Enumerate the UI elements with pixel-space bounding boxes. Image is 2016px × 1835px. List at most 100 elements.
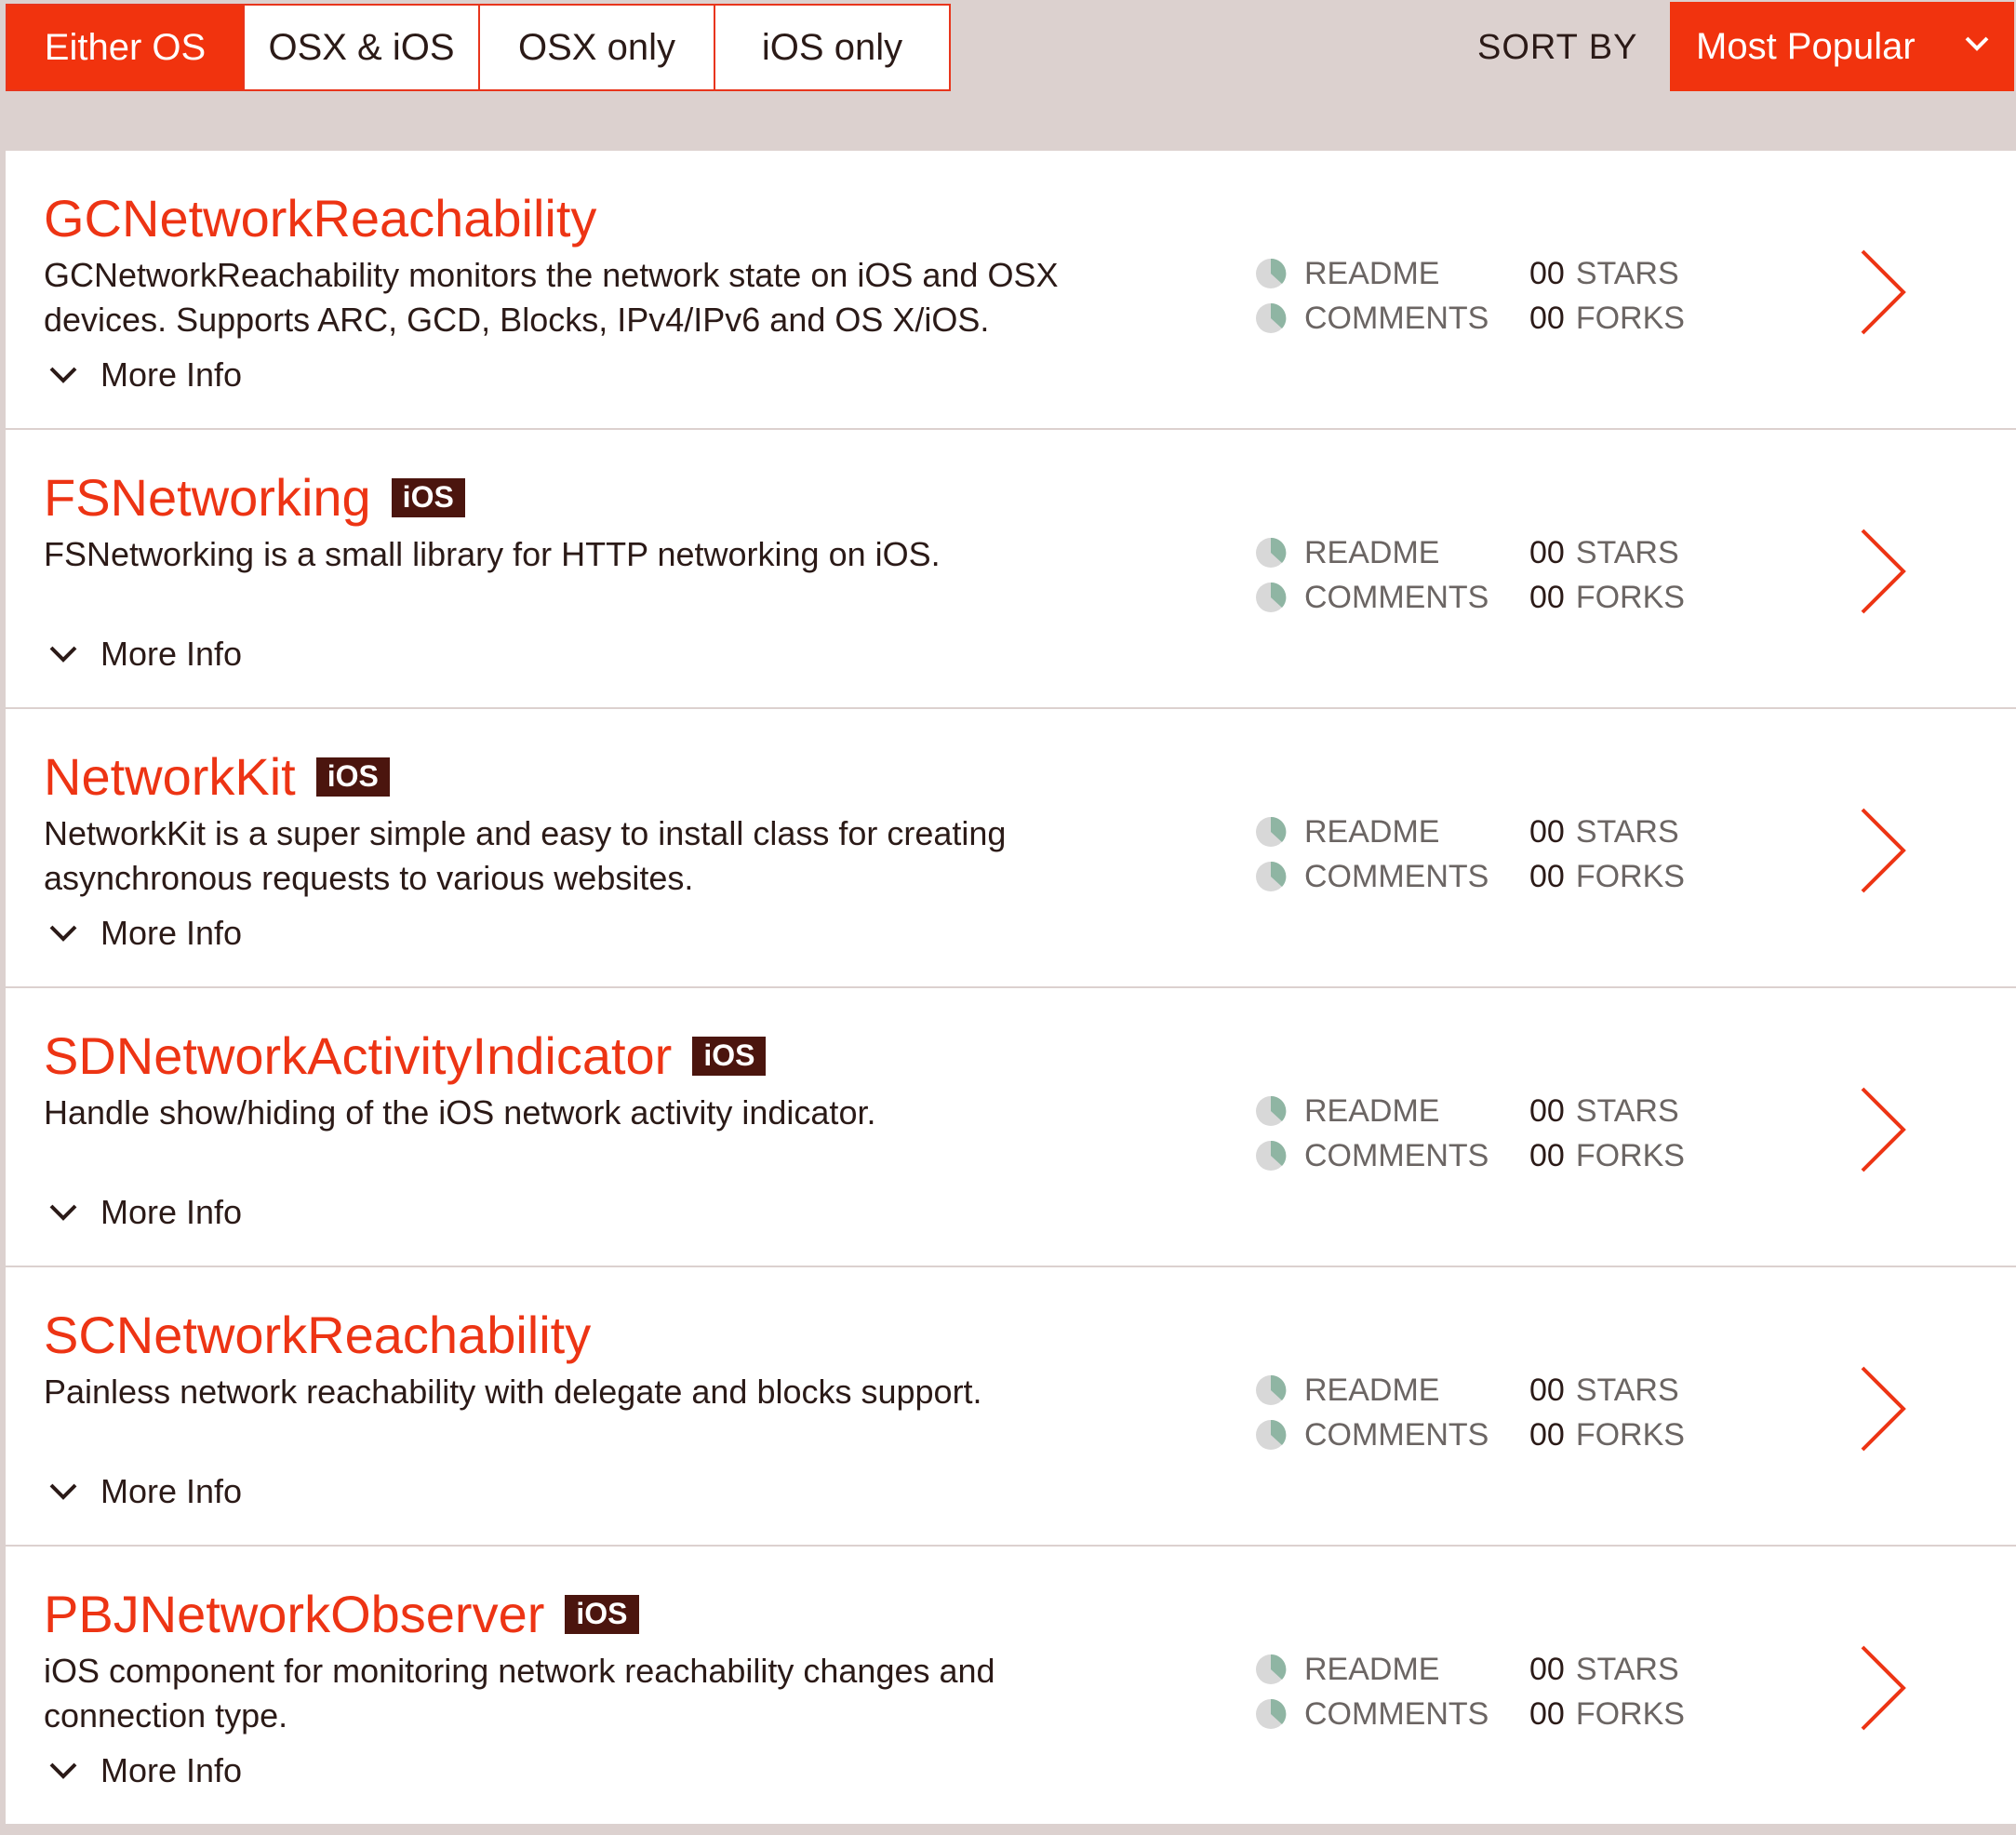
forks-count: 00 <box>1529 580 1565 615</box>
comments-label: COMMENTS <box>1304 859 1489 894</box>
forks-count: 00 <box>1529 1417 1565 1453</box>
stars-label: STARS <box>1575 256 1679 291</box>
library-title-link[interactable]: SCNetworkReachability <box>44 1305 591 1365</box>
forks-count: 00 <box>1529 859 1565 894</box>
forks-label: FORKS <box>1575 301 1685 336</box>
forks-count: 00 <box>1529 1138 1565 1173</box>
library-list-item: SDNetworkActivityIndicator iOS Handle sho… <box>6 988 2016 1267</box>
more-info-toggle[interactable]: More Info <box>48 1751 242 1790</box>
readme-comments-stats: README COMMENTS <box>1254 810 1489 899</box>
library-list-item: NetworkKit iOS NetworkKit is a super simp… <box>6 709 2016 988</box>
chevron-right-icon[interactable] <box>1857 1364 1909 1453</box>
library-description: FSNetworking is a small library for HTTP… <box>44 535 941 573</box>
stars-stat: 00 STARS <box>1529 1647 1685 1692</box>
comments-stat[interactable]: COMMENTS <box>1254 854 1489 899</box>
more-info-label: More Info <box>100 1472 243 1510</box>
readme-stat[interactable]: README <box>1254 1368 1489 1413</box>
library-name: PBJNetworkObserver <box>44 1585 545 1643</box>
library-name: FSNetworking <box>44 468 371 527</box>
stars-forks-stats: 00 STARS 00 FORKS <box>1529 810 1685 899</box>
library-description: GCNetworkReachability monitors the netwo… <box>44 256 1059 339</box>
library-title-link[interactable]: NetworkKit iOS <box>44 746 390 807</box>
library-list-item: FSNetworking iOS FSNetworking is a small … <box>6 430 2016 709</box>
library-name: GCNetworkReachability <box>44 189 597 248</box>
readme-stat[interactable]: README <box>1254 530 1489 575</box>
library-title-link[interactable]: PBJNetworkObserver iOS <box>44 1584 639 1644</box>
stars-count: 00 <box>1529 1093 1565 1129</box>
pie-chart-icon <box>1256 258 1287 288</box>
library-title-link[interactable]: FSNetworking iOS <box>44 467 465 528</box>
os-filter-group: Either OS OSX & iOS OSX only iOS only <box>6 4 951 91</box>
ios-badge: iOS <box>391 478 465 518</box>
filter-either-os-button[interactable]: Either OS <box>7 6 243 89</box>
comments-label: COMMENTS <box>1304 1138 1489 1173</box>
stars-count: 00 <box>1529 256 1565 291</box>
comments-stat[interactable]: COMMENTS <box>1254 1692 1489 1736</box>
pie-chart-icon <box>1256 582 1287 612</box>
library-description: NetworkKit is a super simple and easy to… <box>44 814 1007 897</box>
chevron-right-icon[interactable] <box>1857 527 1909 616</box>
stars-stat: 00 STARS <box>1529 1089 1685 1133</box>
chevron-down-icon <box>49 1204 77 1221</box>
library-title-link[interactable]: SDNetworkActivityIndicator iOS <box>44 1025 767 1086</box>
pie-chart-icon <box>1256 1654 1287 1684</box>
more-info-toggle[interactable]: More Info <box>48 1472 242 1511</box>
stars-stat: 00 STARS <box>1529 530 1685 575</box>
stars-stat: 00 STARS <box>1529 251 1685 296</box>
chevron-right-icon[interactable] <box>1857 248 1909 337</box>
more-info-toggle[interactable]: More Info <box>48 355 242 395</box>
pie-chart-icon <box>1256 1140 1287 1171</box>
more-info-label: More Info <box>100 914 243 952</box>
comments-stat[interactable]: COMMENTS <box>1254 1133 1489 1178</box>
readme-label: README <box>1304 814 1440 850</box>
sort-dropdown[interactable]: Most Popular <box>1670 2 2014 91</box>
forks-label: FORKS <box>1575 1417 1685 1453</box>
library-title-link[interactable]: GCNetworkReachability <box>44 188 596 248</box>
ios-badge: iOS <box>565 1595 639 1635</box>
library-description: Painless network reachability with deleg… <box>44 1373 982 1411</box>
filter-osx-only-button[interactable]: OSX only <box>478 6 714 89</box>
forks-label: FORKS <box>1575 1696 1685 1732</box>
pie-chart-icon <box>1256 1095 1287 1126</box>
more-info-label: More Info <box>100 1751 243 1789</box>
readme-comments-stats: README COMMENTS <box>1254 1647 1489 1736</box>
more-info-toggle[interactable]: More Info <box>48 914 242 953</box>
stars-forks-stats: 00 STARS 00 FORKS <box>1529 1647 1685 1736</box>
comments-stat[interactable]: COMMENTS <box>1254 296 1489 341</box>
stars-forks-stats: 00 STARS 00 FORKS <box>1529 1089 1685 1178</box>
chevron-right-icon[interactable] <box>1857 806 1909 895</box>
forks-stat: 00 FORKS <box>1529 1413 1685 1457</box>
more-info-toggle[interactable]: More Info <box>48 1193 242 1232</box>
stars-count: 00 <box>1529 814 1565 850</box>
chevron-right-icon[interactable] <box>1857 1643 1909 1733</box>
library-name: SCNetworkReachability <box>44 1306 592 1364</box>
comments-stat[interactable]: COMMENTS <box>1254 575 1489 620</box>
comments-label: COMMENTS <box>1304 301 1489 336</box>
readme-stat[interactable]: README <box>1254 1647 1489 1692</box>
filter-ios-only-button[interactable]: iOS only <box>714 6 949 89</box>
readme-stat[interactable]: README <box>1254 810 1489 854</box>
forks-label: FORKS <box>1575 1138 1685 1173</box>
stars-stat: 00 STARS <box>1529 1368 1685 1413</box>
more-info-label: More Info <box>100 1193 243 1231</box>
chevron-down-icon <box>49 1762 77 1779</box>
stars-label: STARS <box>1575 814 1679 850</box>
stars-forks-stats: 00 STARS 00 FORKS <box>1529 530 1685 620</box>
readme-comments-stats: README COMMENTS <box>1254 530 1489 620</box>
readme-stat[interactable]: README <box>1254 1089 1489 1133</box>
stars-label: STARS <box>1575 1373 1679 1408</box>
sort-by-label: SORT BY <box>1477 28 1638 67</box>
comments-label: COMMENTS <box>1304 580 1489 615</box>
forks-stat: 00 FORKS <box>1529 575 1685 620</box>
ios-badge: iOS <box>692 1037 767 1077</box>
readme-label: README <box>1304 256 1440 291</box>
comments-label: COMMENTS <box>1304 1417 1489 1453</box>
pie-chart-icon <box>1256 1374 1287 1405</box>
chevron-down-icon <box>49 367 77 383</box>
pie-chart-icon <box>1256 1698 1287 1729</box>
filter-osx-and-ios-button[interactable]: OSX & iOS <box>243 6 478 89</box>
chevron-right-icon[interactable] <box>1857 1085 1909 1174</box>
readme-stat[interactable]: README <box>1254 251 1489 296</box>
comments-stat[interactable]: COMMENTS <box>1254 1413 1489 1457</box>
more-info-toggle[interactable]: More Info <box>48 635 242 674</box>
